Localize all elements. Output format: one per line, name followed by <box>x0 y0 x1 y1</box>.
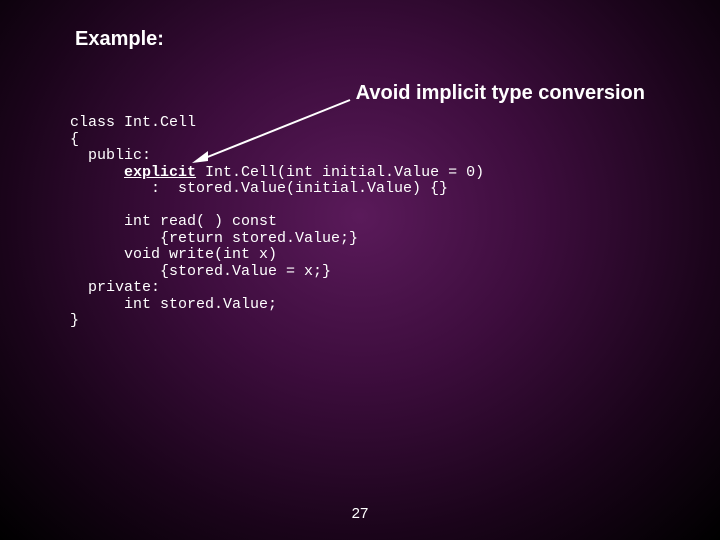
code-line: : stored.Value(initial.Value) {} <box>70 180 448 197</box>
code-line: public: <box>70 147 151 164</box>
code-line: void write(int x) <box>70 246 277 263</box>
code-line: int stored.Value; <box>70 296 277 313</box>
page-number: 27 <box>352 505 369 522</box>
code-line: } <box>70 312 79 329</box>
code-line: {return stored.Value;} <box>70 230 358 247</box>
code-line: explicit Int.Cell(int initial.Value = 0) <box>70 164 484 181</box>
code-line: { <box>70 131 79 148</box>
keyword-explicit: explicit <box>124 164 196 181</box>
code-line: int read( ) const <box>70 213 277 230</box>
code-line: class Int.Cell <box>70 114 196 131</box>
code-line: {stored.Value = x;} <box>70 263 331 280</box>
slide-heading: Example: <box>75 28 164 51</box>
callout-text: Avoid implicit type conversion <box>356 82 645 105</box>
code-block: class Int.Cell { public: explicit Int.Ce… <box>70 115 484 330</box>
code-line: private: <box>70 279 160 296</box>
